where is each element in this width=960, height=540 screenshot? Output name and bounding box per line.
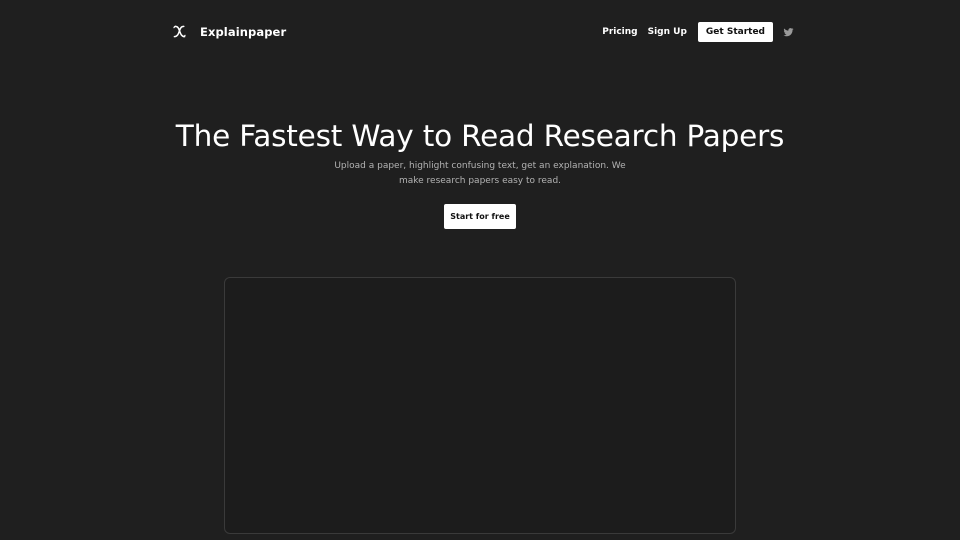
demo-preview-frame <box>224 277 736 534</box>
explainpaper-x-logo-icon <box>173 25 186 38</box>
top-nav: Pricing Sign Up Get Started <box>602 22 794 42</box>
hero-title: The Fastest Way to Read Research Papers <box>175 119 785 153</box>
nav-pricing-link[interactable]: Pricing <box>602 27 637 37</box>
brand-logo-link[interactable]: Explainpaper <box>171 23 286 40</box>
hero-subtitle: Upload a paper, highlight confusing text… <box>334 161 626 186</box>
get-started-button[interactable]: Get Started <box>697 22 773 42</box>
brand-name: Explainpaper <box>200 24 287 39</box>
nav-sign-up-link[interactable]: Sign Up <box>648 27 687 37</box>
start-for-free-button[interactable]: Start for free <box>444 204 516 229</box>
twitter-icon[interactable] <box>783 27 794 38</box>
